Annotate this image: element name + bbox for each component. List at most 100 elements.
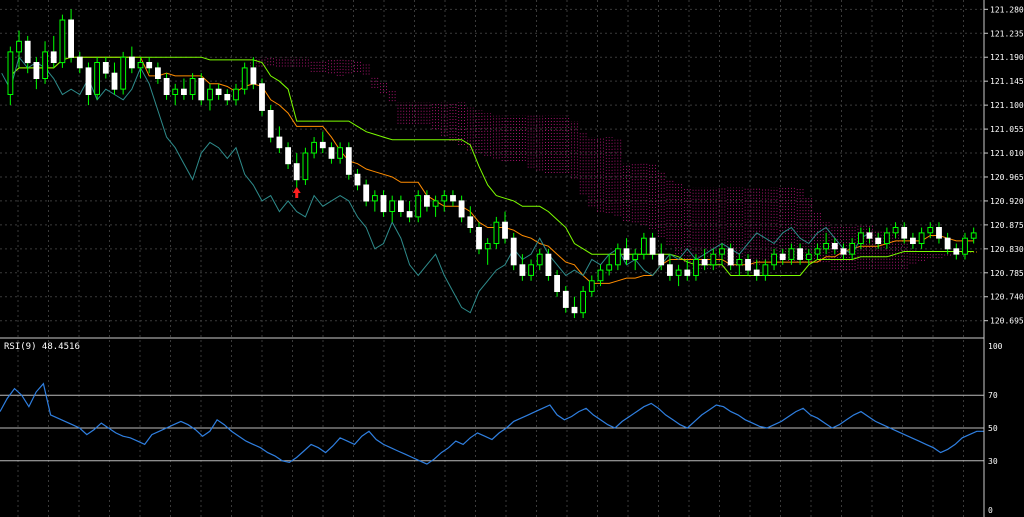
candle-body xyxy=(858,232,864,244)
candle-body xyxy=(736,259,743,266)
candle-body xyxy=(250,67,257,85)
candle-body xyxy=(719,248,725,255)
indicator-lines xyxy=(1,56,974,314)
candle-body xyxy=(484,243,491,250)
candlesticks xyxy=(7,9,977,319)
candle-body xyxy=(163,78,170,95)
rsi-tick-label: 70 xyxy=(988,391,998,400)
candle-body xyxy=(441,195,448,202)
candle-body xyxy=(345,147,352,175)
candle-body xyxy=(797,248,804,260)
candle-body xyxy=(962,237,968,255)
price-tick-label: 120.920 xyxy=(990,197,1024,206)
candle-body xyxy=(267,110,274,138)
candle-body xyxy=(649,237,656,255)
candle-body xyxy=(779,253,786,260)
candle-body xyxy=(7,51,14,95)
candle-body xyxy=(467,216,474,228)
candle-body xyxy=(727,248,734,266)
candle-body xyxy=(753,269,760,276)
price-tick-label: 120.830 xyxy=(990,245,1024,254)
candle-body xyxy=(918,232,925,244)
candle-body xyxy=(892,227,899,234)
candle-body xyxy=(580,290,587,314)
candle-body xyxy=(398,200,404,212)
candle-body xyxy=(502,221,508,239)
candle-body xyxy=(319,141,326,149)
candle-body xyxy=(276,136,283,149)
candle-body xyxy=(944,237,951,250)
price-tick-label: 120.785 xyxy=(990,269,1024,278)
candle-body xyxy=(198,78,205,101)
price-tick-label: 121.010 xyxy=(990,149,1024,158)
candle-body xyxy=(875,237,882,244)
candle-body xyxy=(823,243,830,250)
candle-body xyxy=(831,243,838,250)
candle-body xyxy=(207,88,213,101)
price-tick-label: 121.235 xyxy=(990,29,1024,38)
candle-body xyxy=(76,56,83,69)
candle-body xyxy=(102,62,109,74)
rsi-tick-label: 30 xyxy=(988,457,998,466)
candle-body xyxy=(233,88,239,101)
candle-body xyxy=(111,72,118,90)
candle-body xyxy=(562,290,569,308)
candle-body xyxy=(597,269,604,282)
candle-body xyxy=(337,147,344,159)
candle-body xyxy=(406,211,413,218)
candle-body xyxy=(363,184,370,202)
candle-body xyxy=(849,243,856,255)
rsi-panel: 100 70 50 30 0 xyxy=(0,342,1003,515)
candle-body xyxy=(623,248,630,260)
candle-body xyxy=(884,232,890,244)
price-tick-label: 121.190 xyxy=(990,53,1024,62)
candle-body xyxy=(137,62,144,69)
candle-body xyxy=(476,227,482,250)
price-tick-label: 121.145 xyxy=(990,77,1024,86)
rsi-label: RSI(9) 48.4516 xyxy=(4,342,80,352)
candle-body xyxy=(24,40,31,64)
price-axis: 121.280 121.235 121.190 121.145 121.100 121.0… xyxy=(984,5,1024,326)
candle-body xyxy=(762,264,769,276)
candle-body xyxy=(94,62,100,95)
chart-area: 1007050300 121.280121.235121.190121.1451… xyxy=(0,0,1024,517)
candle-body xyxy=(42,51,49,80)
candle-body xyxy=(458,200,465,218)
candle-body xyxy=(606,264,613,271)
candle-body xyxy=(16,40,22,53)
candle-body xyxy=(545,253,552,276)
candle-body xyxy=(745,259,751,271)
candle-body xyxy=(536,253,543,266)
candle-body xyxy=(667,264,673,276)
candle-body xyxy=(59,19,66,64)
candle-body xyxy=(519,264,526,276)
candle-body xyxy=(181,88,187,95)
candle-body xyxy=(615,248,621,266)
candle-body xyxy=(658,253,665,266)
candle-body xyxy=(372,195,378,202)
candle-body xyxy=(510,237,517,266)
candle-body xyxy=(953,248,960,255)
price-tick-label: 120.965 xyxy=(990,173,1024,182)
candle-body xyxy=(189,78,196,95)
candle-body xyxy=(693,259,699,276)
candle-body xyxy=(50,51,57,64)
candle-body xyxy=(380,195,387,213)
candle-body xyxy=(866,232,873,239)
candle-body xyxy=(701,259,708,266)
kijun-sen-line xyxy=(9,56,974,276)
candle-body xyxy=(641,237,647,255)
candle-body xyxy=(33,62,40,79)
price-tick-label: 120.740 xyxy=(990,293,1024,302)
candle-body xyxy=(771,253,778,266)
candle-body xyxy=(311,141,318,154)
price-tick-label: 121.055 xyxy=(990,125,1024,134)
candle-body xyxy=(85,67,92,96)
candle-body xyxy=(328,147,335,159)
candle-body xyxy=(910,237,916,244)
candle-body xyxy=(936,227,942,239)
rsi-tick-label: 50 xyxy=(988,424,998,433)
candle-body xyxy=(450,195,456,202)
candle-body xyxy=(632,253,639,260)
candle-body xyxy=(424,195,430,207)
